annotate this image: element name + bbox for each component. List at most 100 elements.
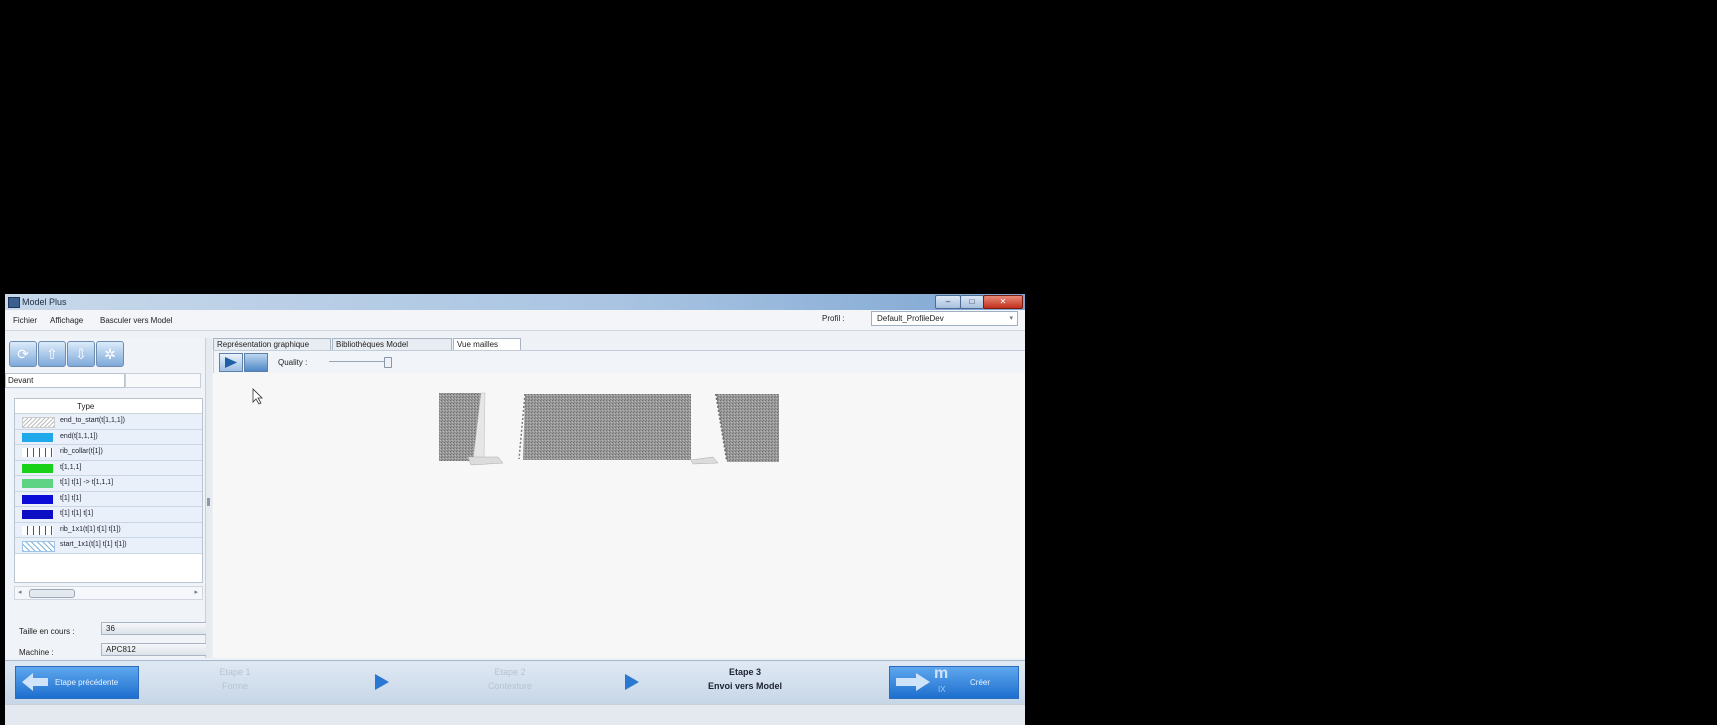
type-list-header: Type — [15, 399, 202, 414]
list-item-label: t[1] t[1] t[1] — [60, 510, 94, 517]
step-title: Etape 2 — [494, 667, 526, 677]
list-item-label: t[1] t[1] — [60, 494, 82, 502]
menu-affichage[interactable]: Affichage — [50, 316, 83, 325]
splitter-grip-icon — [207, 498, 210, 506]
color-swatch — [22, 510, 53, 519]
size-field[interactable]: 36 — [101, 622, 209, 635]
menu-basculer-vers-model[interactable]: Basculer vers Model — [100, 316, 172, 325]
play-icon — [225, 357, 237, 368]
list-item[interactable]: t[1] t[1] — [15, 491, 202, 507]
step-subtitle: Contexture — [487, 681, 533, 691]
step-arrow-icon — [625, 674, 639, 690]
previous-step-button[interactable]: Etape précédente — [15, 666, 139, 699]
scroll-right-icon[interactable]: ▸ — [194, 588, 198, 596]
app-icon — [8, 297, 20, 308]
refresh-icon[interactable]: ⟳ — [9, 341, 37, 367]
chevron-down-icon: ▾ — [1009, 315, 1013, 322]
quality-slider-knob[interactable] — [384, 357, 392, 368]
view-selector-extension — [125, 373, 201, 388]
list-item[interactable]: t[1,1,1] — [15, 460, 202, 476]
arrow-right-icon — [896, 673, 930, 691]
step-title: Etape 3 — [728, 667, 761, 677]
cursor-icon — [252, 388, 263, 405]
status-bar — [5, 704, 1025, 725]
step-subtitle: Envoi vers Model — [707, 681, 783, 691]
settings-icon[interactable]: ✲ — [96, 341, 124, 367]
list-item[interactable]: t[1] t[1] -> t[1,1,1] — [15, 476, 202, 492]
stitch-view-canvas[interactable] — [213, 373, 1025, 658]
menu-fichier[interactable]: Fichier — [13, 316, 37, 325]
knit-edge — [467, 456, 504, 466]
type-list[interactable]: Type end_to_start(t[1,1,1]) end(t[1,1,1]… — [14, 398, 203, 583]
list-item-label: rib_1x1(t[1] t[1] t[1]) — [60, 525, 121, 533]
list-item-label: start_1x1(t[1] t[1] t[1]) — [60, 541, 127, 548]
list-item-label: end_to_start(t[1,1,1]) — [60, 417, 125, 424]
machine-value: APC812 — [106, 645, 136, 654]
left-panel: ⟳ ⇧ ⇩ ✲ Devant Type end_to_start(t[1,1,1… — [5, 338, 209, 658]
list-item[interactable]: rib_collar(t[1]) — [15, 445, 202, 461]
tab-representation-graphique[interactable]: Représentation graphique — [213, 338, 331, 350]
bars-swatch-icon — [22, 448, 53, 457]
step-title: Etape 1 — [219, 667, 251, 677]
window-title: Model Plus — [22, 297, 67, 307]
color-swatch — [22, 479, 53, 488]
upload-icon[interactable]: ⇧ — [38, 341, 66, 367]
knit-panel-right — [715, 393, 779, 462]
hatched-swatch-icon — [22, 417, 55, 428]
title-bar: Model Plus – □ ✕ — [5, 294, 1025, 310]
machine-field[interactable]: APC812 — [101, 643, 209, 656]
list-item[interactable]: end(t[1,1,1]) — [15, 429, 202, 445]
stop-button[interactable] — [244, 353, 268, 372]
create-button[interactable]: m IX Créer — [889, 665, 1019, 699]
tab-bibliotheques-model[interactable]: Bibliothèques Model — [332, 338, 452, 350]
profil-value: Default_ProfileDev — [877, 314, 944, 323]
color-swatch — [22, 494, 53, 504]
color-swatch — [22, 463, 53, 473]
play-button[interactable] — [219, 353, 243, 372]
render-toolbar: Quality : — [213, 350, 1025, 374]
list-item[interactable]: start_1x1(t[1] t[1] t[1]) — [15, 538, 202, 554]
knit-edge — [690, 456, 719, 465]
type-column-header: Type — [77, 402, 95, 411]
tab-label: Bibliothèques Model — [336, 340, 409, 349]
knit-panel-center — [518, 393, 691, 460]
panel-splitter[interactable] — [206, 338, 212, 658]
profil-label: Profil : — [822, 314, 845, 323]
step-arrow-icon — [375, 674, 389, 690]
list-item-label: rib_collar(t[1]) — [60, 448, 103, 455]
mix-logo: m — [934, 665, 949, 682]
scroll-thumb[interactable] — [29, 589, 75, 598]
tab-bar: Représentation graphique Bibliothèques M… — [213, 338, 1025, 351]
arrow-left-icon — [22, 673, 48, 691]
horizontal-scrollbar[interactable]: ◂ ▸ — [14, 586, 203, 600]
quality-slider-track — [329, 361, 389, 362]
minimize-button[interactable]: – — [935, 295, 961, 309]
close-button[interactable]: ✕ — [983, 295, 1023, 309]
list-item[interactable]: end_to_start(t[1,1,1]) — [15, 414, 202, 430]
view-selector[interactable]: Devant — [5, 373, 125, 388]
quality-slider[interactable] — [329, 357, 397, 368]
maximize-button[interactable]: □ — [960, 295, 984, 309]
color-swatch — [22, 432, 53, 442]
list-item-label: t[1] t[1] -> t[1,1,1] — [60, 479, 114, 486]
step-3: Etape 3 Envoi vers Model — [685, 665, 805, 693]
bars-swatch-icon — [22, 525, 53, 535]
size-value: 36 — [106, 624, 115, 633]
machine-label: Machine : — [19, 648, 54, 657]
profil-select[interactable]: Default_ProfileDev ▾ — [871, 311, 1018, 326]
step-1: Etape 1 Forme — [195, 665, 275, 693]
view-selector-value: Devant — [8, 376, 34, 385]
list-item-label: t[1,1,1] — [60, 463, 82, 471]
size-label: Taille en cours : — [19, 627, 75, 636]
app-window: Model Plus – □ ✕ Fichier Affichage Bascu… — [5, 294, 1025, 725]
cross-swatch-icon — [22, 541, 55, 552]
scroll-left-icon[interactable]: ◂ — [18, 588, 22, 596]
list-item[interactable]: rib_1x1(t[1] t[1] t[1]) — [15, 522, 202, 538]
download-icon[interactable]: ⇩ — [67, 341, 95, 367]
step-subtitle: Forme — [221, 681, 248, 691]
previous-step-label: Etape précédente — [55, 678, 119, 687]
list-item[interactable]: t[1] t[1] t[1] — [15, 507, 202, 523]
quality-label: Quality : — [278, 358, 308, 367]
create-label: Créer — [970, 678, 991, 687]
wizard-bar: Etape précédente Etape 1 Forme Etape 2 C… — [5, 660, 1025, 704]
